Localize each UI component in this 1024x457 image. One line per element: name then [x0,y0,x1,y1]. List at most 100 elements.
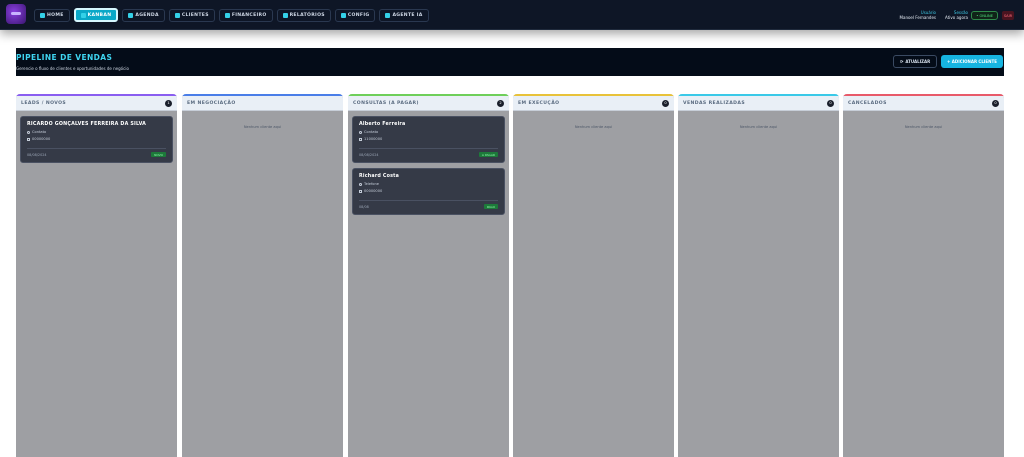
column-title: VENDAS REALIZADAS [683,100,746,106]
card-footer: 08/08/2024 NOVO [27,148,166,157]
client-name: Alberto Ferreira [359,122,406,127]
users-icon [174,13,180,18]
column-header: VENDAS REALIZADAS 0 [678,94,839,111]
client-phone: 00000000 [32,137,51,141]
column-title: EM NEGOCIAÇÃO [187,100,236,106]
kanban-column-vendas[interactable]: VENDAS REALIZADAS 0 Nenhum cliente aqui [678,94,839,457]
client-phone: 00000000 [364,189,383,193]
client-date: 08/08/2024 [27,152,47,157]
kanban-column-consultas[interactable]: CONSULTAS (A PAGAR) 2 Alberto Ferreira C… [348,94,509,457]
page-header: PIPELINE DE VENDAS Gerencie o fluxo de c… [16,48,1004,76]
session-value: Ativo agora [945,15,968,20]
card-list: Alberto Ferreira Contato 11000000 08/08/… [348,111,509,220]
nav-label: RELATÓRIOS [289,13,325,18]
top-navbar: HOME KANBAN AGENDA CLIENTES FINANCEIRO R… [0,0,1024,30]
user-icon [359,182,362,186]
refresh-label: ATUALIZAR [905,59,931,64]
nav-relatorios[interactable]: RELATÓRIOS [276,9,331,22]
nav-agente-ia[interactable]: AGENTE IA [379,9,429,22]
client-card[interactable]: RICARDO GONÇALVES FERREIRA DA SILVA Cont… [20,116,173,163]
kanban-column-leads[interactable]: LEADS / NOVOS 1 RICARDO GONÇALVES FERREI… [16,94,177,457]
client-card[interactable]: Alberto Ferreira Contato 11000000 08/08/… [352,116,505,163]
user-name: Manoel Fernandes [899,15,936,20]
column-title: CONSULTAS (A PAGAR) [353,100,419,106]
home-icon [40,13,45,18]
status-badge: A PAGAR [478,152,498,157]
column-header: EM NEGOCIAÇÃO 0 [182,94,343,111]
column-header: CONSULTAS (A PAGAR) 2 [348,94,509,111]
column-count-badge: 0 [827,99,834,107]
nav-label: FINANCEIRO [231,13,267,18]
client-phone-row: 11000000 [359,137,498,141]
client-contact: Telefone [364,182,379,186]
page-title: PIPELINE DE VENDAS [16,53,113,62]
empty-column-message: Nenhum cliente aqui [574,125,613,129]
client-name: RICARDO GONÇALVES FERREIRA DA SILVA [27,122,147,127]
status-badge: PAGO [483,204,498,209]
chart-icon [282,13,288,18]
empty-column-message: Nenhum cliente aqui [904,125,943,129]
column-header: CANCELADOS 0 [843,94,1004,111]
nav-config[interactable]: CONFIG [334,9,376,22]
column-title: LEADS / NOVOS [21,100,67,106]
card-footer: 08/08/2024 A PAGAR [359,148,498,157]
user-info: Usuário Manoel Fernandes [900,10,936,20]
phone-icon [359,189,362,193]
column-header: EM EXECUÇÃO 0 [513,94,674,111]
calendar-icon [128,13,134,18]
column-count-badge: 1 [165,99,172,107]
client-contact-row: Contato [27,130,166,134]
gear-icon [340,13,346,18]
client-phone-row: 00000000 [359,189,498,193]
column-count-badge: 2 [497,99,504,107]
nav-home[interactable]: HOME [34,9,70,22]
client-contact: Contato [364,130,379,134]
kanban-column-execucao[interactable]: EM EXECUÇÃO 0 Nenhum cliente aqui [513,94,674,457]
column-title: EM EXECUÇÃO [518,100,560,106]
nav-label: AGENTE IA [392,13,423,18]
kanban-column-cancelados[interactable]: CANCELADOS 0 Nenhum cliente aqui [843,94,1004,457]
client-contact: Contato [32,130,47,134]
column-count-badge: 0 [992,99,999,107]
kanban-column-negociacao[interactable]: EM NEGOCIAÇÃO 0 Nenhum cliente aqui [182,94,343,457]
card-list: RICARDO GONÇALVES FERREIRA DA SILVA Cont… [16,111,177,168]
nav-agenda[interactable]: AGENDA [122,9,165,22]
client-contact-row: Contato [359,130,498,134]
phone-icon [27,137,30,141]
refresh-icon: ⟳ [900,59,904,64]
card-footer: 08/08 PAGO [359,200,498,209]
client-contact-row: Telefone [359,182,498,186]
column-count-badge: 0 [662,99,669,107]
online-status-badge: • ONLINE [971,11,998,20]
phone-icon [359,137,362,141]
column-title: CANCELADOS [848,100,887,106]
client-phone: 11000000 [364,137,383,141]
logout-button[interactable]: SAIR [1002,11,1014,20]
page-subtitle: Gerencie o fluxo de clientes e oportunid… [16,66,129,71]
client-date: 08/08 [359,204,369,209]
client-name: Richard Costa [359,174,400,179]
user-icon [27,130,30,134]
user-icon [359,130,362,134]
client-card[interactable]: Richard Costa Telefone 00000000 08/08 PA… [352,168,505,215]
app-logo[interactable] [6,4,26,24]
add-client-button[interactable]: + ADICIONAR CLIENTE [941,55,1003,68]
nav-label: CLIENTES [181,13,209,18]
session-info: Sessão Ativo agora [945,10,968,20]
money-icon [224,13,230,18]
nav-kanban[interactable]: KANBAN [73,8,119,22]
nav-financeiro[interactable]: FINANCEIRO [218,9,273,22]
robot-icon [385,13,391,18]
empty-column-message: Nenhum cliente aqui [243,125,282,129]
client-date: 08/08/2024 [359,152,379,157]
nav-label: CONFIG [347,13,370,18]
nav-clientes[interactable]: CLIENTES [168,9,215,22]
main-nav: HOME KANBAN AGENDA CLIENTES FINANCEIRO R… [34,8,429,22]
kanban-icon [80,12,86,18]
status-badge: NOVO [151,152,166,157]
nav-label: AGENDA [135,13,159,18]
empty-column-message: Nenhum cliente aqui [739,125,778,129]
refresh-button[interactable]: ⟳ ATUALIZAR [893,55,938,68]
column-header: LEADS / NOVOS 1 [16,94,177,111]
nav-label: HOME [47,13,64,18]
